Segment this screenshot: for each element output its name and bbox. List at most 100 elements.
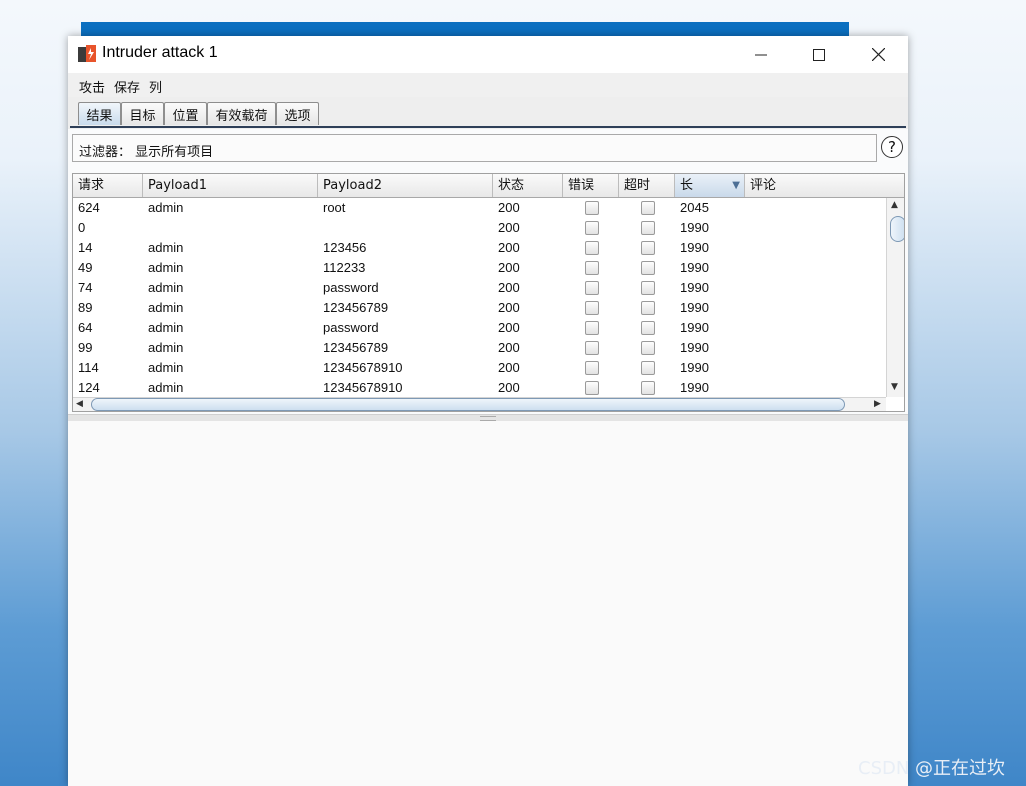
cell-payload1: admin [148, 200, 184, 215]
error-checkbox [585, 381, 599, 395]
vertical-scrollbar[interactable]: ▲ ▼ [886, 198, 904, 397]
cell-payload1: admin [148, 280, 184, 295]
close-icon [871, 48, 885, 61]
cell-payload1: admin [148, 260, 184, 275]
cell-length: 1990 [680, 260, 709, 275]
tab-bar: 结果 目标 位置 有效载荷 选项 [68, 97, 908, 129]
cell-status: 200 [498, 380, 520, 395]
scroll-left-icon[interactable]: ◀ [76, 399, 83, 409]
table-row[interactable]: 74 admin password 200 1990 [73, 278, 886, 298]
title-bar[interactable]: Intruder attack 1 [68, 36, 908, 73]
error-checkbox [585, 241, 599, 255]
minimize-button[interactable] [732, 36, 790, 73]
cell-length: 1990 [680, 360, 709, 375]
error-checkbox [585, 201, 599, 215]
splitter[interactable] [68, 414, 908, 421]
sort-descending-icon: ▼ [732, 180, 740, 191]
column-header-payload2[interactable]: Payload2 [318, 174, 493, 197]
column-header-length-label: 长 [680, 178, 694, 193]
vertical-scroll-thumb[interactable] [890, 216, 904, 242]
error-checkbox [585, 221, 599, 235]
cell-status: 200 [498, 280, 520, 295]
cell-payload2: 112233 [323, 260, 366, 275]
column-header-error[interactable]: 错误 [563, 174, 619, 197]
tab-results[interactable]: 结果 [78, 102, 121, 125]
background-window-titlebar [81, 22, 849, 36]
close-button[interactable] [849, 36, 907, 73]
column-header-request[interactable]: 请求 [73, 174, 143, 197]
burp-app-icon [78, 45, 96, 62]
cell-payload2: 12345678910 [323, 380, 403, 395]
column-header-status[interactable]: 状态 [493, 174, 563, 197]
error-checkbox [585, 301, 599, 315]
cell-length: 1990 [680, 380, 709, 395]
cell-status: 200 [498, 260, 520, 275]
column-header-length[interactable]: 长 ▼ [675, 174, 745, 197]
error-checkbox [585, 261, 599, 275]
column-header-comment[interactable]: 评论 [745, 174, 904, 197]
table-row[interactable]: 0 200 1990 [73, 218, 886, 238]
table-row[interactable]: 89 admin 123456789 200 1990 [73, 298, 886, 318]
help-icon[interactable]: ? [881, 136, 903, 158]
scroll-up-icon[interactable]: ▲ [891, 200, 898, 210]
cell-request: 89 [78, 300, 93, 315]
table-row[interactable]: 64 admin password 200 1990 [73, 318, 886, 338]
tab-payloads[interactable]: 有效载荷 [207, 102, 276, 125]
column-header-timeout[interactable]: 超时 [619, 174, 675, 197]
tab-positions[interactable]: 位置 [164, 102, 207, 125]
timeout-checkbox [641, 281, 655, 295]
cell-status: 200 [498, 360, 520, 375]
timeout-checkbox [641, 241, 655, 255]
table-row[interactable]: 49 admin 112233 200 1990 [73, 258, 886, 278]
cell-payload1: admin [148, 320, 184, 335]
cell-request: 99 [78, 340, 93, 355]
scroll-right-icon[interactable]: ▶ [874, 399, 881, 409]
tab-underline [70, 126, 906, 128]
table-row[interactable]: 14 admin 123456 200 1990 [73, 238, 886, 258]
column-header-payload1[interactable]: Payload1 [143, 174, 318, 197]
cell-request: 49 [78, 260, 93, 275]
cell-payload1: admin [148, 240, 184, 255]
timeout-checkbox [641, 361, 655, 375]
table-header: 请求 Payload1 Payload2 状态 错误 超时 长 ▼ 评论 [73, 174, 904, 198]
tab-target[interactable]: 目标 [121, 102, 164, 125]
cell-length: 1990 [680, 300, 709, 315]
table-row[interactable]: 114 admin 12345678910 200 1990 [73, 358, 886, 378]
error-checkbox [585, 361, 599, 375]
cell-length: 1990 [680, 340, 709, 355]
table-row[interactable]: 624 admin root 200 2045 [73, 198, 886, 218]
filter-bar[interactable]: 过滤器： 显示所有项目 [72, 134, 877, 162]
filter-label: 过滤器： 显示所有项目 [79, 145, 214, 160]
menu-columns[interactable]: 列 [149, 77, 162, 96]
cell-payload2: 12345678910 [323, 360, 403, 375]
error-checkbox [585, 321, 599, 335]
cell-length: 1990 [680, 320, 709, 335]
cell-payload2: root [323, 200, 346, 215]
timeout-checkbox [641, 341, 655, 355]
results-table: 请求 Payload1 Payload2 状态 错误 超时 长 ▼ 评论 624… [72, 173, 905, 412]
scroll-down-icon[interactable]: ▼ [891, 382, 898, 392]
table-body: 624 admin root 200 2045 0 200 1990 14 admin 123456… [73, 198, 886, 397]
tab-options[interactable]: 选项 [276, 102, 319, 125]
table-row[interactable]: 124 admin 12345678910 200 1990 [73, 378, 886, 397]
cell-request: 64 [78, 320, 93, 335]
cell-status: 200 [498, 200, 520, 215]
cell-request: 124 [78, 380, 100, 395]
cell-request: 14 [78, 240, 93, 255]
menu-save[interactable]: 保存 [114, 77, 140, 96]
maximize-button[interactable] [790, 36, 848, 73]
menu-attack[interactable]: 攻击 [79, 77, 105, 96]
menu-bar: 攻击 保存 列 [68, 73, 908, 97]
cell-payload1: admin [148, 340, 184, 355]
window-title: Intruder attack 1 [102, 44, 218, 61]
cell-status: 200 [498, 320, 520, 335]
error-checkbox [585, 341, 599, 355]
horizontal-scroll-thumb[interactable] [91, 398, 845, 411]
table-row[interactable]: 99 admin 123456789 200 1990 [73, 338, 886, 358]
cell-request: 0 [78, 220, 86, 235]
cell-request: 624 [78, 200, 100, 215]
cell-payload2: password [323, 320, 379, 335]
horizontal-scrollbar[interactable]: ◀ ▶ [73, 397, 886, 411]
cell-payload2: 123456 [323, 240, 367, 255]
cell-status: 200 [498, 300, 520, 315]
